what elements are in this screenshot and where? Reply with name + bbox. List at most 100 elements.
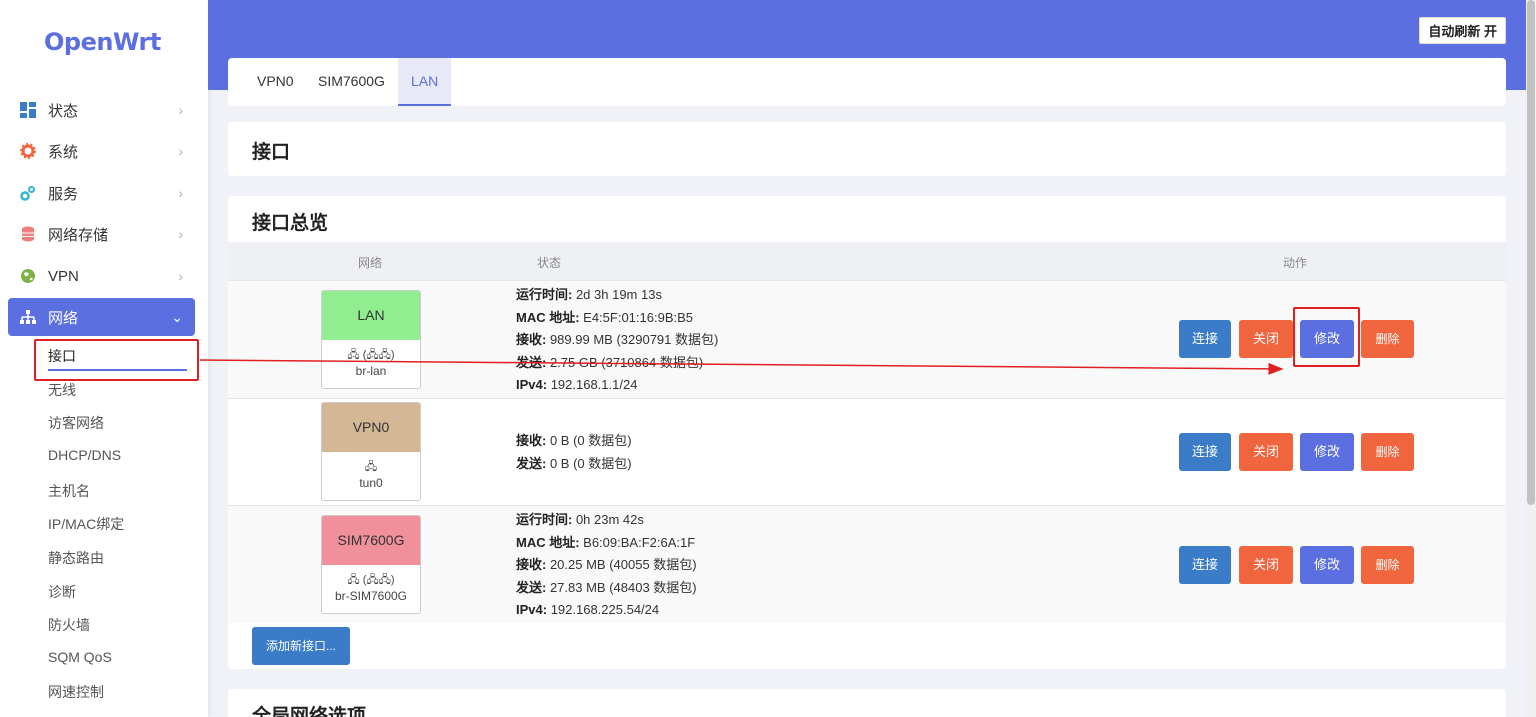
status-label: 发送: (516, 579, 547, 595)
sub-item-firewall[interactable]: 防火墙 (48, 615, 90, 635)
status-value: 2d 3h 19m 13s (572, 287, 662, 302)
status-label: MAC 地址: (516, 309, 580, 325)
network-device-icon: 🖧 (🖧🖧) (347, 574, 395, 586)
sitemap-icon (20, 310, 36, 324)
annotation-highlight-edit (1293, 307, 1360, 367)
status-value: 20.25 MB (40055 数据包) (546, 557, 697, 572)
connect-button[interactable]: 连接 (1179, 546, 1231, 584)
network-device-icon: 🖧 (364, 461, 378, 473)
nav-status[interactable]: 状态 › (8, 91, 195, 129)
interface-overview-card: 接口总览 网络 状态 动作 LAN 🖧 (🖧🖧) br-lan 运行时间: 2d… (228, 196, 1506, 669)
status-value: 192.168.225.54/24 (547, 602, 660, 617)
status-label: 发送: (516, 455, 547, 471)
delete-button[interactable]: 删除 (1361, 320, 1414, 358)
interface-device: br-lan (355, 364, 387, 378)
sub-item-hostnames[interactable]: 主机名 (48, 481, 90, 501)
status-value: E4:5F:01:16:9B:B5 (579, 309, 694, 325)
chevron-right-icon: › (178, 185, 183, 201)
column-header-network: 网络 (358, 256, 383, 270)
edit-button[interactable]: 修改 (1300, 433, 1354, 471)
nav-storage[interactable]: 网络存储 › (8, 215, 195, 253)
chevron-right-icon: › (178, 143, 183, 159)
interface-badge-vpn0[interactable]: VPN0 🖧 tun0 (321, 402, 421, 501)
table-row: SIM7600G 🖧 (🖧🖧) br-SIM7600G 运行时间: 0h 23m… (228, 505, 1506, 623)
scrollbar-thumb[interactable] (1527, 0, 1535, 505)
connect-button[interactable]: 连接 (1179, 320, 1231, 358)
sub-item-dhcp-dns[interactable]: DHCP/DNS (48, 447, 121, 463)
connect-button[interactable]: 连接 (1179, 433, 1231, 471)
interface-status: 接收: 0 B (0 数据包) 发送: 0 B (0 数据包) (516, 430, 632, 475)
interface-badge-lan[interactable]: LAN 🖧 (🖧🖧) br-lan (321, 290, 421, 389)
nav-status-label: 状态 (48, 102, 79, 120)
nav-network[interactable]: 网络 ⌄ (8, 298, 195, 336)
overview-title: 接口总览 (252, 213, 329, 234)
tab-sim7600g[interactable]: SIM7600G (305, 58, 398, 106)
chevron-right-icon: › (178, 102, 183, 118)
status-value: 2.75 GB (3710864 数据包) (546, 354, 704, 370)
global-options-title: 全局网络选项 (252, 706, 367, 717)
column-header-status: 状态 (537, 256, 562, 270)
chevron-right-icon: › (178, 268, 183, 284)
sub-item-speed-control[interactable]: 网速控制 (48, 682, 104, 702)
nav-vpn-label: VPN (48, 267, 79, 285)
auto-refresh-toggle[interactable]: 自动刷新 开 (1419, 17, 1506, 44)
status-value: B6:09:BA:F2:6A:1F (579, 534, 696, 550)
status-value: 27.83 MB (48403 数据包) (546, 579, 697, 595)
dashboard-icon (20, 102, 36, 118)
interface-status: 运行时间: 0h 23m 42s MAC 地址: B6:09:BA:F2:6A:… (516, 509, 697, 622)
interface-badge-sim7600g[interactable]: SIM7600G 🖧 (🖧🖧) br-SIM7600G (321, 515, 421, 614)
interface-status: 运行时间: 2d 3h 19m 13s MAC 地址: E4:5F:01:16:… (516, 284, 718, 397)
close-button[interactable]: 关闭 (1239, 546, 1293, 584)
interface-name: SIM7600G (322, 516, 420, 565)
nav-network-label: 网络 (48, 309, 79, 327)
sub-item-guest-network[interactable]: 访客网络 (48, 413, 104, 433)
openwrt-logo[interactable]: OpenWrt (44, 28, 161, 56)
status-label: 接收: (516, 557, 547, 572)
status-label: 接收: (516, 433, 547, 448)
nav-system-label: 系统 (48, 143, 79, 161)
delete-button[interactable]: 删除 (1361, 433, 1414, 471)
sub-item-sqm-qos[interactable]: SQM QoS (48, 649, 112, 665)
close-button[interactable]: 关闭 (1239, 433, 1293, 471)
status-label: 运行时间: (516, 287, 573, 302)
network-device-icon: 🖧 (🖧🖧) (347, 349, 395, 361)
status-label: 运行时间: (516, 512, 573, 527)
interface-device: tun0 (359, 476, 383, 490)
add-interface-button[interactable]: 添加新接口... (252, 627, 351, 665)
status-label: IPv4: (516, 377, 548, 392)
chevron-down-icon: ⌄ (171, 308, 183, 325)
tab-vpn0[interactable]: VPN0 (244, 58, 307, 106)
table-row: LAN 🖧 (🖧🖧) br-lan 运行时间: 2d 3h 19m 13s MA… (228, 280, 1506, 398)
nav-services-label: 服务 (48, 185, 79, 203)
status-label: MAC 地址: (516, 534, 580, 550)
sub-item-wireless[interactable]: 无线 (48, 380, 76, 400)
status-value: 0 B (0 数据包) (546, 455, 632, 471)
page-title-card: 接口 (228, 122, 1506, 176)
interface-name: VPN0 (322, 403, 420, 452)
globe-icon (21, 269, 35, 283)
status-label: 接收: (516, 332, 547, 347)
table-header: 网络 状态 动作 (228, 242, 1506, 280)
interface-name: LAN (322, 291, 420, 340)
status-value: 0h 23m 42s (572, 512, 644, 527)
sidebar: OpenWrt 状态 › 系统 › 服务 › 网络存储 › VPN › 网络 ⌄… (0, 0, 208, 717)
sub-item-diagnostics[interactable]: 诊断 (48, 582, 76, 602)
annotation-highlight-interfaces (34, 339, 199, 381)
global-network-options-card: 全局网络选项 (228, 689, 1506, 717)
table-row: VPN0 🖧 tun0 接收: 0 B (0 数据包) 发送: 0 B (0 数… (228, 398, 1506, 505)
edit-button[interactable]: 修改 (1300, 546, 1354, 584)
database-icon (22, 226, 34, 242)
nav-system[interactable]: 系统 › (8, 132, 195, 170)
sub-item-static-routes[interactable]: 静态路由 (48, 548, 104, 568)
nav-services[interactable]: 服务 › (8, 174, 195, 212)
page-scrollbar[interactable] (1526, 0, 1536, 717)
delete-button[interactable]: 删除 (1361, 546, 1414, 584)
sub-item-ip-mac-binding[interactable]: IP/MAC绑定 (48, 514, 124, 534)
status-label: IPv4: (516, 602, 548, 617)
column-header-actions: 动作 (1283, 256, 1308, 270)
chevron-right-icon: › (178, 226, 183, 242)
tab-lan[interactable]: LAN (398, 58, 452, 106)
close-button[interactable]: 关闭 (1239, 320, 1293, 358)
interface-tabs: VPN0 SIM7600G LAN (228, 58, 1506, 106)
nav-vpn[interactable]: VPN › (8, 257, 195, 295)
